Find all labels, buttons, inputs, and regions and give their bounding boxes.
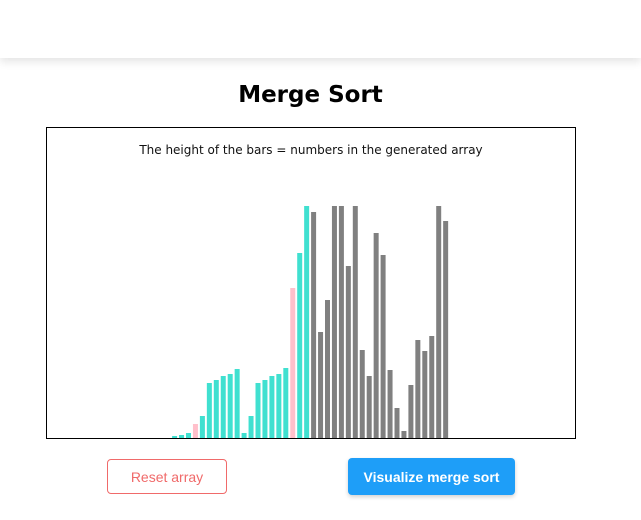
array-bar <box>192 424 198 438</box>
array-bar <box>220 376 226 438</box>
array-bar <box>262 380 268 438</box>
array-bar <box>429 336 435 438</box>
page-title: Merge Sort <box>238 82 383 108</box>
array-bar <box>255 383 261 438</box>
reset-array-button[interactable]: Reset array <box>107 459 227 494</box>
array-bar <box>373 233 379 438</box>
array-bar <box>387 370 393 438</box>
array-bar <box>248 416 254 438</box>
array-bar <box>394 408 400 438</box>
array-bar <box>241 433 247 438</box>
array-bar <box>345 266 351 438</box>
array-bar <box>318 332 324 438</box>
array-bar <box>297 253 303 438</box>
array-bar <box>213 380 219 438</box>
visualize-merge-sort-button[interactable]: Visualize merge sort <box>348 458 515 495</box>
array-bar <box>422 351 428 438</box>
array-bar <box>359 350 365 438</box>
array-bar <box>443 221 449 438</box>
array-bar <box>283 368 289 438</box>
array-bar <box>325 300 330 438</box>
array-bar <box>366 376 372 438</box>
array-bar <box>311 212 317 438</box>
array-bar <box>186 433 191 438</box>
sorting-visualizer-panel: The height of the bars = numbers in the … <box>46 127 576 439</box>
array-bar <box>338 206 344 438</box>
array-bar <box>206 383 212 438</box>
array-bar <box>380 255 386 438</box>
top-navbar <box>0 0 641 58</box>
array-bar <box>290 288 296 438</box>
array-bar <box>401 431 407 438</box>
array-bar <box>352 206 358 438</box>
array-bar <box>199 416 205 438</box>
array-bar <box>227 374 233 438</box>
array-bar <box>408 385 414 438</box>
bar-chart <box>172 206 449 438</box>
array-bar <box>415 340 421 438</box>
array-bar <box>179 435 185 438</box>
array-bar <box>304 206 310 438</box>
array-bar <box>269 376 275 438</box>
array-bar <box>331 206 337 438</box>
array-bar <box>276 374 282 438</box>
array-bar <box>234 369 240 438</box>
array-bar <box>172 436 178 438</box>
array-bar <box>436 206 442 438</box>
